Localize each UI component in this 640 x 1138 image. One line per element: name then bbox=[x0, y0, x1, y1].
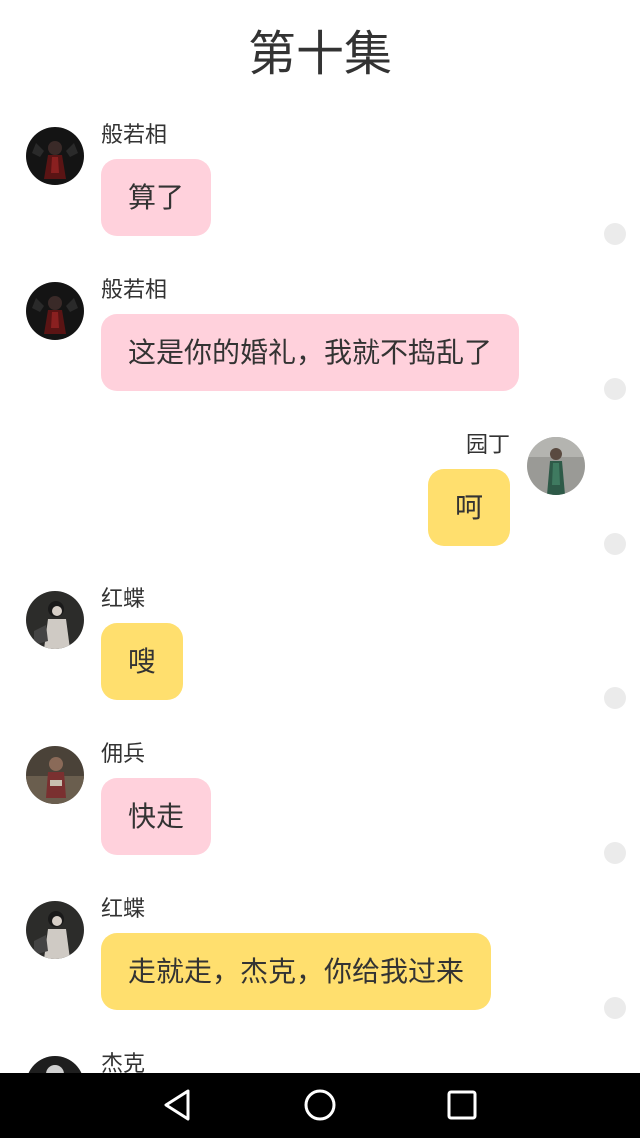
system-navigation-bar bbox=[0, 1073, 640, 1138]
sender-name: 红蝶 bbox=[101, 587, 146, 612]
sender-name: 红蝶 bbox=[101, 897, 146, 922]
page-title: 第十集 bbox=[247, 26, 392, 82]
sender-name: 般若相 bbox=[101, 123, 168, 148]
recent-apps-square-icon[interactable] bbox=[444, 1087, 480, 1123]
status-dot bbox=[604, 378, 626, 400]
avatar-hannya[interactable] bbox=[26, 282, 84, 340]
message-bubble[interactable]: 嗖 bbox=[101, 623, 184, 700]
status-dot bbox=[604, 997, 626, 1019]
avatar-mercenary[interactable] bbox=[26, 746, 84, 804]
message-bubble[interactable]: 走就走，杰克，你给我过来 bbox=[101, 933, 492, 1010]
sender-name: 般若相 bbox=[101, 278, 168, 303]
message-bubble[interactable]: 呵 bbox=[427, 469, 510, 546]
status-dot bbox=[604, 687, 626, 709]
status-dot bbox=[604, 842, 626, 864]
chat-message: 佣兵 快走 bbox=[0, 742, 640, 866]
chat-message: 红蝶 嗖 bbox=[0, 587, 640, 711]
avatar-geisha[interactable] bbox=[26, 901, 84, 959]
chat-message: 红蝶 走就走，杰克，你给我过来 bbox=[0, 897, 640, 1021]
status-dot bbox=[604, 223, 626, 245]
chat-message: 园丁 呵 bbox=[0, 433, 640, 557]
message-bubble[interactable]: 快走 bbox=[101, 778, 212, 855]
message-bubble[interactable]: 这是你的婚礼，我就不捣乱了 bbox=[101, 314, 520, 391]
back-triangle-icon[interactable] bbox=[160, 1087, 196, 1123]
sender-name: 园丁 bbox=[465, 433, 510, 458]
avatar-gardener[interactable] bbox=[527, 437, 585, 495]
chat-message: 般若相 算了 bbox=[0, 123, 640, 247]
home-circle-icon[interactable] bbox=[302, 1087, 338, 1123]
avatar-geisha[interactable] bbox=[26, 591, 84, 649]
chat-message: 般若相 这是你的婚礼，我就不捣乱了 bbox=[0, 278, 640, 402]
message-bubble[interactable]: 算了 bbox=[101, 159, 212, 236]
status-dot bbox=[604, 533, 626, 555]
sender-name: 佣兵 bbox=[101, 742, 146, 767]
avatar-hannya[interactable] bbox=[26, 127, 84, 185]
